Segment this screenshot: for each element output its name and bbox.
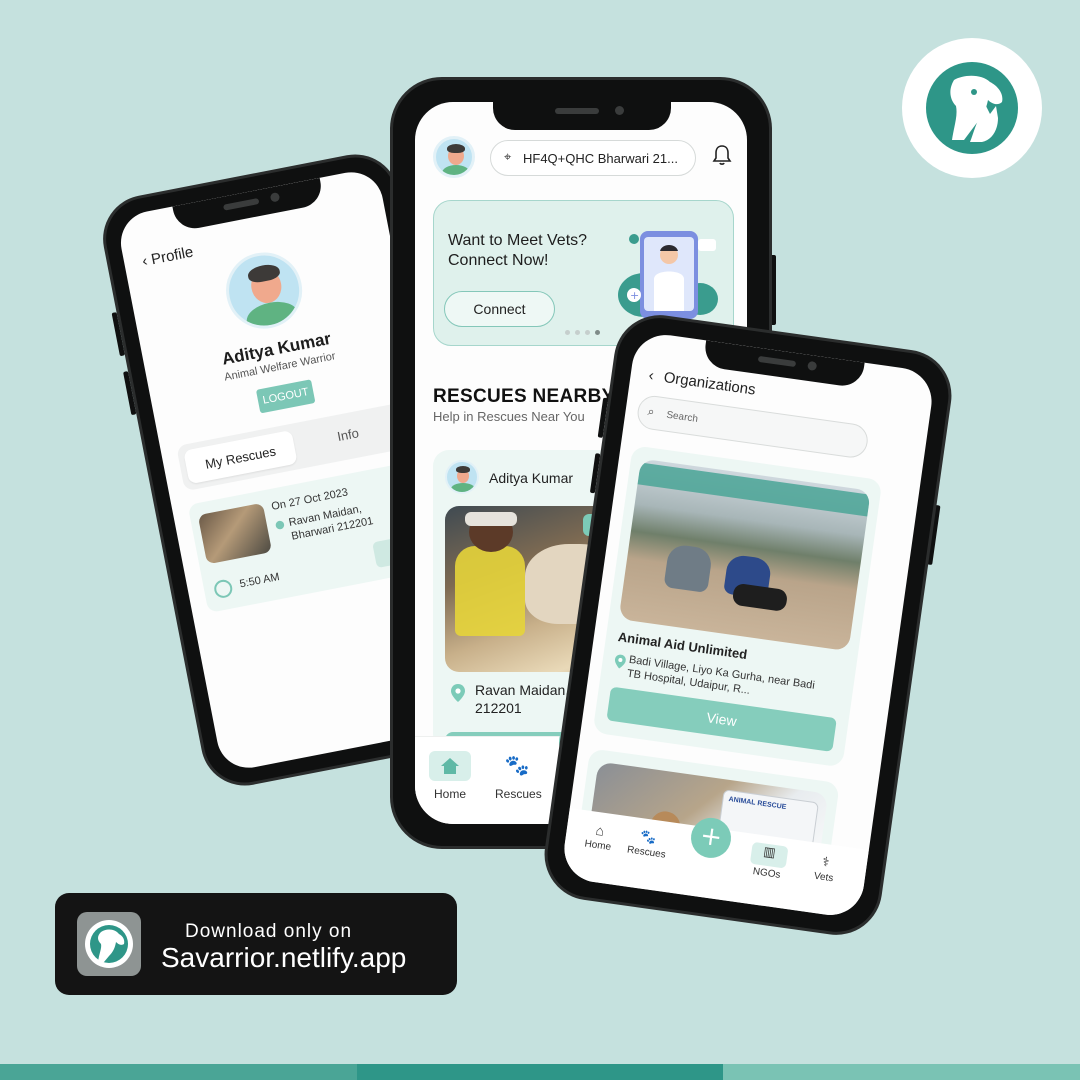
bell-icon[interactable] xyxy=(712,144,732,166)
alarm-clock-icon xyxy=(212,578,234,600)
download-label: Download only on xyxy=(185,921,353,942)
building-icon: ▥ xyxy=(749,841,789,869)
chevron-left-icon: ‹ xyxy=(140,252,149,271)
download-badge[interactable]: Download only on Savarrior.netlify.app xyxy=(55,893,457,995)
back-button[interactable]: ‹ Profile xyxy=(141,244,195,271)
nav-ngos[interactable]: ▥ NGOs xyxy=(748,841,789,882)
search-icon: ⌕ xyxy=(646,404,656,419)
connect-button[interactable]: Connect xyxy=(444,291,555,327)
nav-rescues[interactable]: 🐾 Rescues xyxy=(495,753,542,801)
carousel-dots[interactable] xyxy=(565,330,600,335)
download-url[interactable]: Savarrior.netlify.app xyxy=(161,942,406,974)
location-pin-icon: ● xyxy=(273,517,286,532)
tab-info[interactable]: Info xyxy=(336,425,360,444)
location-selector[interactable]: ⌖ HF4Q+QHC Bharwari 21... xyxy=(490,140,696,176)
location-pin-icon xyxy=(614,653,628,669)
rescue-pincode: 212201 xyxy=(475,700,522,716)
avatar[interactable] xyxy=(433,136,475,178)
current-location: HF4Q+QHC Bharwari 21... xyxy=(523,150,678,166)
nav-vets[interactable]: ⚕ Vets xyxy=(808,852,842,885)
rescue-time: 5:50 AM xyxy=(238,571,281,591)
org-card[interactable]: Animal Aid Unlimited Badi Village, Liyo … xyxy=(592,445,883,768)
rescue-user: Aditya Kumar xyxy=(489,470,574,486)
chevron-left-icon: ‹ xyxy=(647,366,655,385)
footer-stripe-left xyxy=(0,1064,357,1080)
banner-title: Want to Meet Vets? Connect Now! xyxy=(448,232,588,269)
organizations-screen: ‹ Organizations ⌕ Search Animal Aid Unli… xyxy=(560,330,936,920)
footer-stripe-right xyxy=(723,1064,1080,1080)
nav-home[interactable]: Home xyxy=(429,751,471,801)
section-subtitle: Help in Rescues Near You xyxy=(433,409,585,424)
tab-my-rescues[interactable]: My Rescues xyxy=(183,429,298,485)
profile-title: Profile xyxy=(149,243,195,269)
logout-button[interactable]: LOGOUT xyxy=(255,379,316,414)
org-photo xyxy=(618,458,871,652)
rescue-photo xyxy=(197,502,273,565)
app-icon xyxy=(77,912,141,976)
nav-rescues[interactable]: 🐾 Rescues xyxy=(624,826,672,861)
home-icon xyxy=(429,751,471,781)
organizations-title: Organizations xyxy=(662,368,757,399)
avatar xyxy=(445,460,479,494)
dog-cat-logo-icon xyxy=(926,62,1018,154)
location-pin-icon: ⌖ xyxy=(504,149,512,164)
phone-organizations: ‹ Organizations ⌕ Search Animal Aid Unli… xyxy=(538,309,958,941)
nav-home[interactable]: ⌂ Home xyxy=(580,820,618,853)
location-pin-icon xyxy=(451,684,465,702)
footer-stripe-middle xyxy=(357,1064,723,1080)
paw-icon: 🐾 xyxy=(504,755,530,777)
dog-cat-logo-icon xyxy=(85,920,133,968)
back-button[interactable]: ‹ Organizations xyxy=(648,367,757,399)
section-title: RESCUES NEARBY xyxy=(433,386,615,407)
brand-logo xyxy=(902,38,1042,178)
avatar[interactable] xyxy=(219,246,309,336)
svg-text:+: + xyxy=(630,289,639,302)
